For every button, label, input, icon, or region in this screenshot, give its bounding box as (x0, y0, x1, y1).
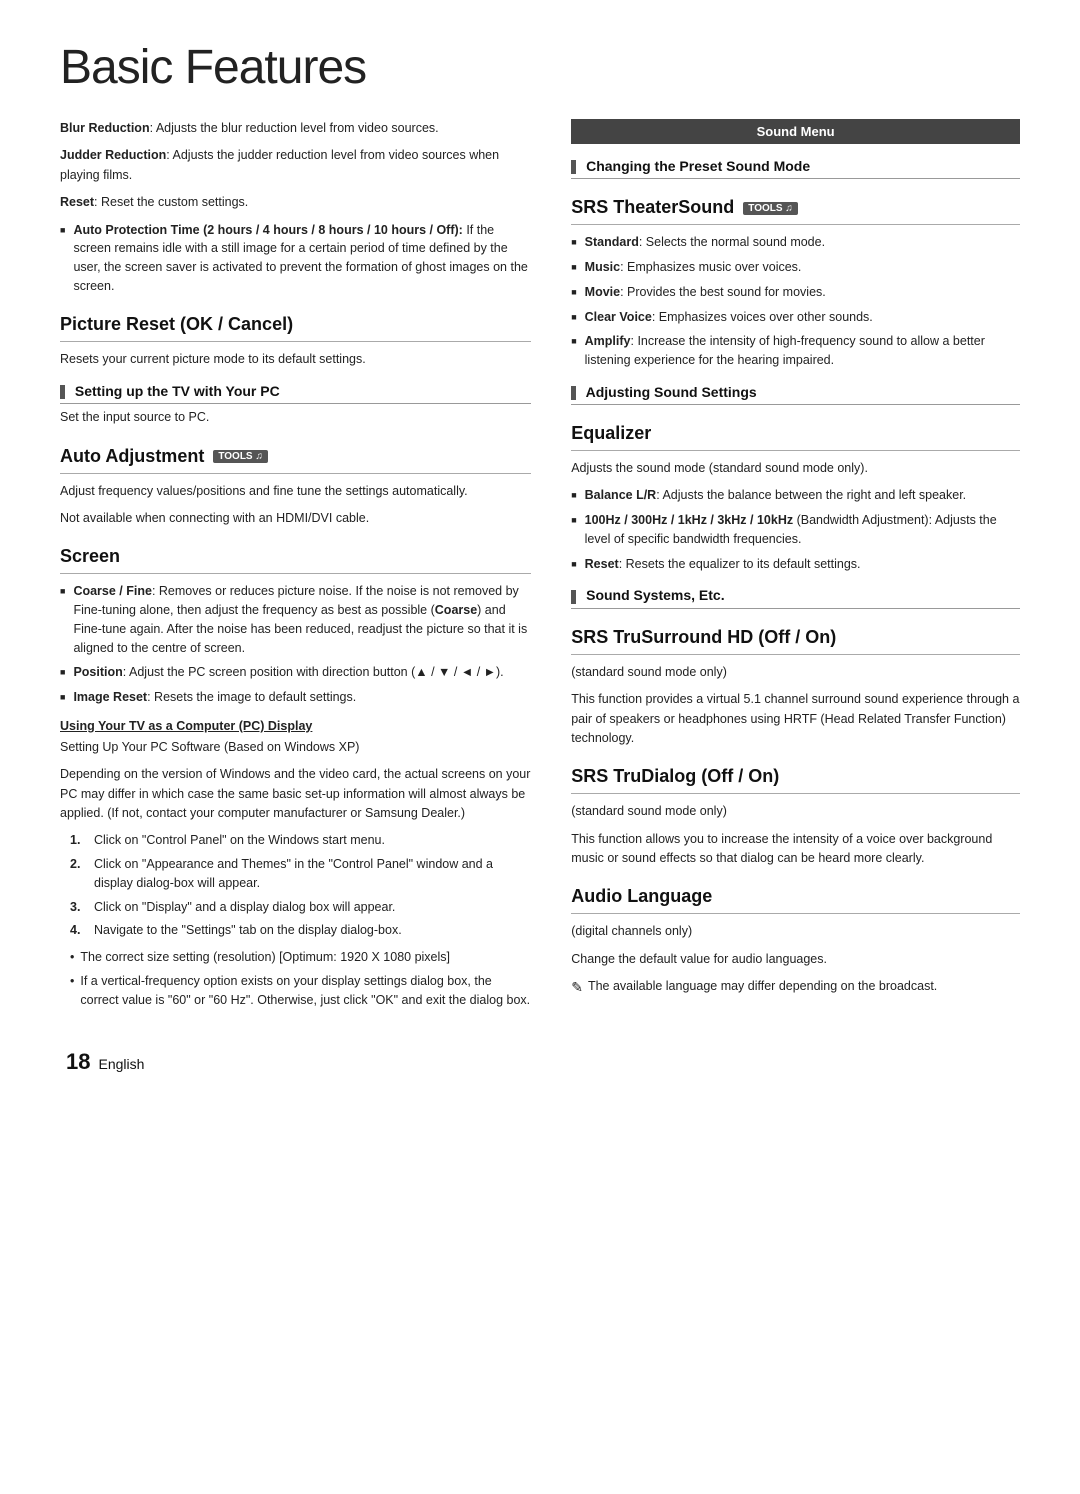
balance-item: Balance L/R: Adjusts the balance between… (571, 486, 1020, 505)
coarse-fine-item: Coarse / Fine: Removes or reduces pictur… (60, 582, 531, 657)
audio-language-desc: Change the default value for audio langu… (571, 950, 1020, 969)
position-item: Position: Adjust the PC screen position … (60, 663, 531, 682)
pc-dot-2: If a vertical-frequency option exists on… (70, 972, 531, 1010)
pc-step-2: 2.Click on "Appearance and Themes" in th… (70, 855, 531, 893)
equalizer-divider (571, 450, 1020, 451)
blur-reduction-text: Blur Reduction: Adjusts the blur reducti… (60, 119, 531, 138)
judder-reduction-label: Judder Reduction (60, 148, 166, 162)
clear-voice-item: Clear Voice: Emphasizes voices over othe… (571, 308, 1020, 327)
auto-adjustment-heading: Auto Adjustment TOOLS ♫ (60, 446, 531, 467)
right-column: Sound Menu Changing the Preset Sound Mod… (571, 119, 1020, 1075)
page-title: Basic Features (60, 40, 1020, 95)
auto-protection-list: Auto Protection Time (2 hours / 4 hours … (60, 221, 531, 296)
sound-menu-bar: Sound Menu (571, 119, 1020, 144)
srs-trudialog-desc: This function allows you to increase the… (571, 830, 1020, 869)
set-input-desc: Set the input source to PC. (60, 408, 531, 427)
auto-adjustment-desc2: Not available when connecting with an HD… (60, 509, 531, 528)
picture-reset-heading: Picture Reset (OK / Cancel) (60, 314, 531, 335)
judder-reduction-text: Judder Reduction: Adjusts the judder red… (60, 146, 531, 185)
pc-dot-1: The correct size setting (resolution) [O… (70, 948, 531, 967)
srs-theater-divider (571, 224, 1020, 225)
setting-up-heading: Setting up the TV with Your PC (60, 383, 531, 404)
auto-adjustment-divider (60, 473, 531, 474)
note-icon: ✎ (571, 977, 583, 998)
auto-adjustment-desc1: Adjust frequency values/positions and fi… (60, 482, 531, 501)
pc-display-desc2: Depending on the version of Windows and … (60, 765, 531, 823)
auto-protection-item: Auto Protection Time (2 hours / 4 hours … (60, 221, 531, 296)
pc-step-4: 4.Navigate to the "Settings" tab on the … (70, 921, 531, 940)
movie-item: Movie: Provides the best sound for movie… (571, 283, 1020, 302)
footer-lang: English (98, 1056, 144, 1072)
pc-step-1: 1.Click on "Control Panel" on the Window… (70, 831, 531, 850)
equalizer-desc: Adjusts the sound mode (standard sound m… (571, 459, 1020, 478)
srs-trudialog-note: (standard sound mode only) (571, 802, 1020, 821)
footer: 18 English (60, 1049, 531, 1075)
bar-accent (60, 385, 65, 399)
changing-preset-heading: Changing the Preset Sound Mode (571, 158, 1020, 179)
amplify-item: Amplify: Increase the intensity of high-… (571, 332, 1020, 370)
screen-heading: Screen (60, 546, 531, 567)
bar-accent-adjusting (571, 386, 576, 400)
standard-item: Standard: Selects the normal sound mode. (571, 233, 1020, 252)
srs-theater-bullets: Standard: Selects the normal sound mode.… (571, 233, 1020, 370)
hz-item: 100Hz / 300Hz / 1kHz / 3kHz / 10kHz (Ban… (571, 511, 1020, 549)
tools-badge-auto: TOOLS ♫ (213, 450, 268, 463)
reset-label: Reset (60, 195, 94, 209)
audio-language-divider (571, 913, 1020, 914)
pc-display-subheading: Using Your TV as a Computer (PC) Display (60, 719, 531, 733)
left-column: Blur Reduction: Adjusts the blur reducti… (60, 119, 531, 1075)
blur-reduction-label: Blur Reduction (60, 121, 150, 135)
audio-language-broadcast: ✎ The available language may differ depe… (571, 977, 1020, 998)
pc-step-3: 3.Click on "Display" and a display dialo… (70, 898, 531, 917)
bar-accent-sound-sys (571, 590, 576, 604)
screen-bullets: Coarse / Fine: Removes or reduces pictur… (60, 582, 531, 707)
music-item: Music: Emphasizes music over voices. (571, 258, 1020, 277)
two-column-layout: Blur Reduction: Adjusts the blur reducti… (60, 119, 1020, 1075)
reset-eq-item: Reset: Resets the equalizer to its defau… (571, 555, 1020, 574)
audio-language-heading: Audio Language (571, 886, 1020, 907)
srs-trusurround-note: (standard sound mode only) (571, 663, 1020, 682)
bar-accent-preset (571, 160, 576, 174)
srs-trusurround-heading: SRS TruSurround HD (Off / On) (571, 627, 1020, 648)
audio-language-note: (digital channels only) (571, 922, 1020, 941)
auto-protection-label: Auto Protection Time (2 hours / 4 hours … (73, 223, 462, 237)
srs-theater-heading: SRS TheaterSound TOOLS ♫ (571, 197, 1020, 218)
srs-trusurround-desc: This function provides a virtual 5.1 cha… (571, 690, 1020, 748)
picture-reset-divider (60, 341, 531, 342)
image-reset-item: Image Reset: Resets the image to default… (60, 688, 531, 707)
equalizer-bullets: Balance L/R: Adjusts the balance between… (571, 486, 1020, 573)
reset-text: Reset: Reset the custom settings. (60, 193, 531, 212)
adjusting-sound-heading: Adjusting Sound Settings (571, 384, 1020, 405)
pc-numbered-list: 1.Click on "Control Panel" on the Window… (70, 831, 531, 940)
pc-display-desc1: Setting Up Your PC Software (Based on Wi… (60, 738, 531, 757)
srs-trudialog-heading: SRS TruDialog (Off / On) (571, 766, 1020, 787)
tools-badge-srs: TOOLS ♫ (743, 202, 798, 215)
srs-trudialog-divider (571, 793, 1020, 794)
equalizer-heading: Equalizer (571, 423, 1020, 444)
picture-reset-desc: Resets your current picture mode to its … (60, 350, 531, 369)
page-number: 18 (66, 1049, 90, 1074)
pc-dot-list: The correct size setting (resolution) [O… (70, 948, 531, 1009)
srs-trusurround-divider (571, 654, 1020, 655)
screen-divider (60, 573, 531, 574)
sound-systems-heading: Sound Systems, Etc. (571, 587, 1020, 608)
